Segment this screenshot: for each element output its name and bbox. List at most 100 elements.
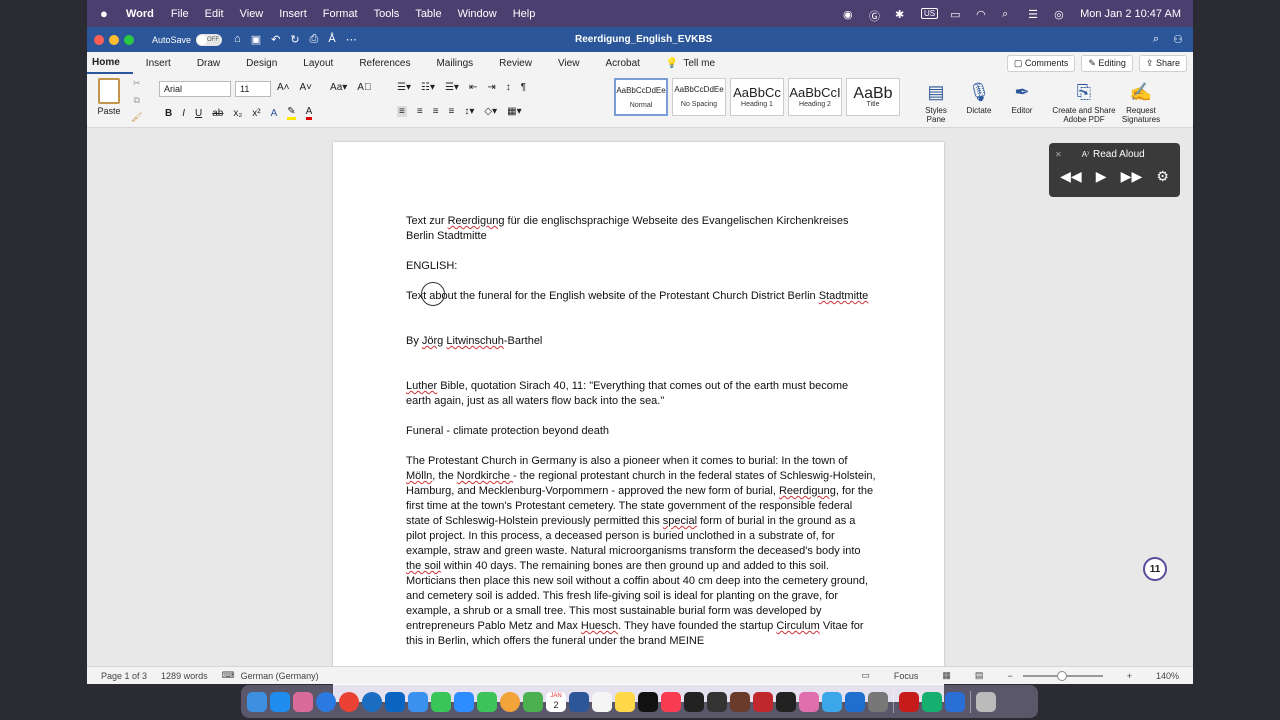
finder-icon[interactable]: [247, 691, 267, 712]
show-marks-icon[interactable]: ¶: [521, 82, 526, 93]
menu-app-name[interactable]: Word: [126, 8, 154, 20]
print-layout-icon[interactable]: ▦: [942, 670, 951, 681]
focus-label[interactable]: Focus: [894, 671, 919, 681]
share-button[interactable]: ⇪ Share: [1138, 54, 1187, 72]
change-case-icon[interactable]: Aa▾: [330, 82, 347, 93]
misspelled-word[interactable]: Luther: [406, 380, 437, 392]
misspelled-word[interactable]: Huesch: [581, 620, 618, 632]
tab-view[interactable]: View: [545, 52, 593, 74]
dictate-button[interactable]: 🎙 Dictate: [961, 78, 997, 115]
align-right-icon[interactable]: ≡: [433, 106, 439, 117]
control-center-icon[interactable]: ☰: [1028, 8, 1042, 21]
justify-icon[interactable]: ≡: [449, 106, 455, 117]
paragraph[interactable]: Text about the funeral for the English w…: [406, 289, 876, 304]
tab-draw[interactable]: Draw: [184, 52, 233, 74]
create-share-pdf-button[interactable]: ⎘ Create and Share Adobe PDF: [1049, 78, 1119, 124]
menu-help[interactable]: Help: [513, 8, 536, 20]
zoom-slider-knob[interactable]: [1056, 670, 1067, 681]
grammarly-icon[interactable]: Ⓖ: [869, 8, 883, 23]
photos-icon[interactable]: [500, 691, 520, 712]
screen-recorder-icon[interactable]: [945, 691, 965, 712]
tab-references[interactable]: References: [346, 52, 423, 74]
menu-edit[interactable]: Edit: [205, 8, 224, 20]
sort-icon[interactable]: ↕: [506, 82, 511, 93]
grow-font-icon[interactable]: A˄: [277, 82, 290, 93]
paragraph[interactable]: Funeral - climate protection beyond deat…: [406, 424, 876, 439]
autosave[interactable]: AutoSave OFF: [152, 33, 223, 46]
menu-view[interactable]: View: [240, 8, 264, 20]
print-icon[interactable]: ⎙: [310, 33, 319, 46]
zoom-out-icon[interactable]: −: [1007, 671, 1012, 681]
borders-icon[interactable]: ▦▾: [507, 106, 521, 117]
trash-icon[interactable]: [976, 691, 996, 712]
app-8-icon[interactable]: [753, 691, 773, 712]
misspelled-word[interactable]: the soil: [406, 560, 441, 572]
record-icon[interactable]: ◉: [843, 8, 857, 21]
tab-home[interactable]: Home: [87, 52, 133, 74]
menu-window[interactable]: Window: [458, 8, 497, 20]
misspelled-word[interactable]: special: [663, 515, 697, 527]
redo-icon[interactable]: ↻: [290, 33, 299, 46]
misspelled-word[interactable]: Reerdigung: [448, 215, 505, 227]
settings-icon[interactable]: ⚙: [1156, 168, 1169, 185]
misspelled-word[interactable]: Stadtmitte: [819, 290, 869, 302]
search-icon[interactable]: ⌕: [1002, 8, 1016, 20]
menu-tools[interactable]: Tools: [374, 8, 400, 20]
stickies-icon[interactable]: [615, 691, 635, 712]
chrome-icon[interactable]: [339, 691, 359, 712]
mail-icon[interactable]: [408, 691, 428, 712]
close-icon[interactable]: ✕: [1055, 150, 1062, 159]
account-icon[interactable]: ⚇: [1173, 33, 1183, 46]
zoom-icon[interactable]: [454, 691, 474, 712]
outlook-icon[interactable]: [385, 691, 405, 712]
close-window-button[interactable]: [94, 34, 104, 45]
word-count[interactable]: 1289 words: [161, 671, 208, 681]
terminal-icon[interactable]: [776, 691, 796, 712]
shading-icon[interactable]: ◇▾: [484, 106, 497, 117]
tab-layout[interactable]: Layout: [290, 52, 346, 74]
tab-insert[interactable]: Insert: [133, 52, 184, 74]
notification-badge[interactable]: 11: [1143, 557, 1167, 581]
save-icon[interactable]: ▣: [251, 33, 261, 46]
tab-review[interactable]: Review: [486, 52, 545, 74]
play-icon[interactable]: ▶: [1096, 168, 1107, 185]
editing-button[interactable]: ✎ Editing: [1081, 54, 1133, 72]
copy-icon[interactable]: ⧉: [134, 95, 140, 106]
home-icon[interactable]: ⌂: [234, 33, 241, 46]
fast-forward-icon[interactable]: ▶▶: [1121, 168, 1143, 185]
paragraph[interactable]: Luther Bible, quotation Sirach 40, 11: "…: [406, 379, 876, 409]
disk-tool-icon[interactable]: [730, 691, 750, 712]
facetime-icon[interactable]: [477, 691, 497, 712]
menu-insert[interactable]: Insert: [279, 8, 307, 20]
document-area[interactable]: Text zur Reerdigung für die englischspra…: [87, 128, 1193, 702]
document-body[interactable]: Text zur Reerdigung für die englischspra…: [406, 214, 876, 664]
tell-me[interactable]: 💡 Tell me: [653, 52, 728, 74]
edge-icon[interactable]: [362, 691, 382, 712]
misspelled-word[interactable]: Mölln: [406, 470, 432, 482]
font-size-select[interactable]: 11: [235, 81, 271, 97]
paragraph[interactable]: ENGLISH:: [406, 259, 876, 274]
app-pink-icon[interactable]: [799, 691, 819, 712]
subscript-icon[interactable]: x₂: [233, 108, 242, 119]
proofing-icon[interactable]: ⌨: [222, 670, 235, 681]
style-heading-2[interactable]: AaBbCcI Heading 2: [788, 78, 842, 116]
paragraph[interactable]: Text zur Reerdigung für die englischspra…: [406, 214, 876, 244]
font-color-icon[interactable]: A: [305, 106, 313, 120]
decrease-indent-icon[interactable]: ⇤: [469, 82, 477, 93]
menu-table[interactable]: Table: [415, 8, 441, 20]
clear-format-icon[interactable]: A⃠: [357, 82, 371, 93]
increase-indent-icon[interactable]: ⇥: [487, 82, 495, 93]
minimize-window-button[interactable]: [109, 34, 119, 45]
app-store-icon[interactable]: [270, 691, 290, 712]
web-layout-icon[interactable]: ▤: [975, 670, 984, 681]
align-center-icon[interactable]: ≡: [417, 106, 423, 117]
app-blue-icon[interactable]: [845, 691, 865, 712]
search-icon[interactable]: ⌕: [1153, 33, 1159, 46]
google-drive-icon[interactable]: [523, 691, 543, 712]
word-icon[interactable]: [569, 691, 589, 712]
style-title[interactable]: AaBb Title: [846, 78, 900, 116]
line-spacing-icon[interactable]: ↕▾: [464, 106, 474, 117]
input-source-badge[interactable]: US: [920, 8, 939, 19]
misspelled-word[interactable]: Reerdigung: [779, 485, 836, 497]
launchpad-icon[interactable]: [293, 691, 313, 712]
